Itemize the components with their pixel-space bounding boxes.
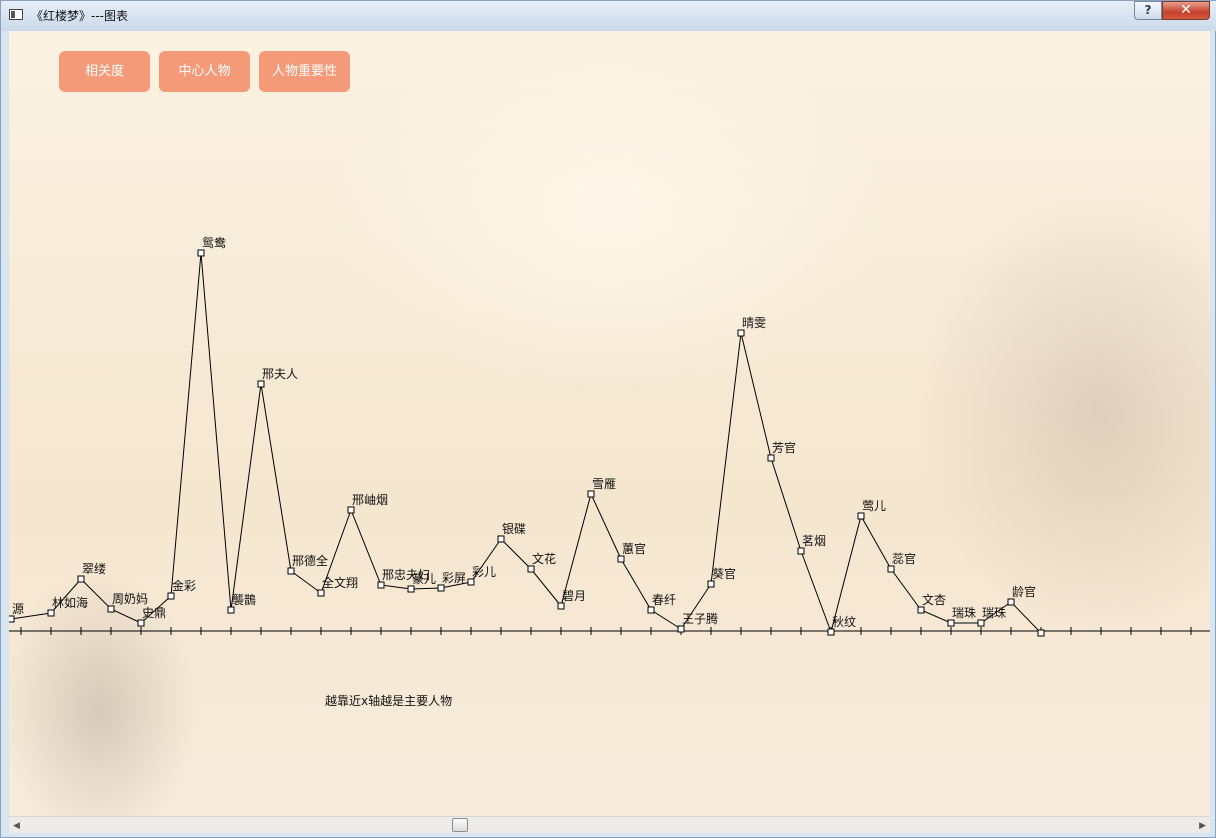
data-label: 林如海	[52, 595, 88, 610]
data-point	[227, 606, 235, 614]
scroll-left-icon[interactable]: ◀	[13, 821, 20, 831]
data-point	[47, 609, 55, 617]
data-point	[257, 380, 265, 388]
data-point	[977, 619, 985, 627]
data-label: 史鼎	[142, 606, 166, 620]
data-label: 金彩	[172, 578, 196, 593]
data-point	[167, 592, 175, 600]
data-label: 瑞珠	[982, 606, 1006, 620]
data-label: 雪雁	[592, 477, 616, 491]
data-label: 银碟	[502, 522, 526, 536]
app-window-icon	[9, 9, 23, 20]
data-point	[137, 619, 145, 627]
close-button[interactable]: ✕	[1162, 1, 1210, 20]
data-label: 彩屏	[442, 571, 466, 585]
data-point	[557, 602, 565, 610]
horizontal-scrollbar[interactable]: ◀ ▶	[9, 816, 1210, 833]
data-point	[887, 565, 895, 573]
data-point	[497, 535, 505, 543]
title-bar: 《红楼梦》---图表 ? ✕	[1, 1, 1216, 31]
data-point	[587, 490, 595, 498]
data-point	[677, 625, 685, 633]
data-label: 碧月	[562, 589, 586, 603]
data-point	[857, 512, 865, 520]
data-point	[527, 565, 535, 573]
help-button[interactable]: ?	[1134, 1, 1162, 20]
data-point	[647, 606, 655, 614]
data-label: 瑞珠	[952, 606, 976, 620]
data-label: 全文翔	[322, 575, 358, 590]
data-point	[1007, 598, 1015, 606]
data-label: 蕊官	[892, 551, 916, 566]
data-label: 晴雯	[742, 316, 766, 330]
data-point	[107, 605, 115, 613]
data-label: 春纤	[652, 593, 676, 607]
data-point	[287, 567, 295, 575]
data-point	[467, 578, 475, 586]
data-point	[827, 628, 835, 636]
data-label: 邢夫人	[262, 367, 298, 381]
data-point	[317, 589, 325, 597]
data-point	[9, 615, 15, 623]
app-window: 《红楼梦》---图表 ? ✕ 相关度 中心人物 人物重要性 源林如海 翠缕 周奶妈史…	[0, 0, 1216, 838]
data-label: 文杏	[922, 592, 946, 607]
scrollbar-thumb[interactable]	[452, 818, 468, 832]
data-label: 鸳鸯	[202, 235, 226, 250]
data-point	[737, 329, 745, 337]
data-label: 周奶妈	[112, 592, 148, 606]
data-point	[1037, 629, 1045, 637]
data-point	[617, 555, 625, 563]
data-point	[77, 575, 85, 583]
data-point	[767, 454, 775, 462]
data-label: 莺儿	[862, 499, 886, 513]
data-label: 彩儿	[472, 565, 496, 579]
series-line	[10, 252, 1042, 634]
data-point	[707, 580, 715, 588]
data-point	[347, 506, 355, 514]
data-label: 篆儿	[412, 571, 436, 586]
data-label: 茗烟	[802, 534, 826, 548]
data-label: 邢德全	[292, 553, 328, 568]
data-label: 葵官	[712, 566, 736, 581]
data-label: 龄官	[1012, 584, 1036, 599]
data-point	[377, 581, 385, 589]
data-point	[797, 547, 805, 555]
data-label: 源	[12, 602, 24, 616]
data-point	[917, 606, 925, 614]
data-label: 翠缕	[82, 562, 106, 576]
data-label: 文花	[532, 551, 556, 566]
data-label: 王子腾	[682, 611, 718, 626]
data-label: 蕙官	[622, 541, 646, 556]
window-title: 《红楼梦》---图表	[31, 9, 128, 23]
data-point	[407, 585, 415, 593]
character-line-chart: 源林如海翠缕周奶妈史鼎金彩鸳鸯襲鵲邢夫人邢德全全文翔邢岫烟邢忠夫妇篆儿 彩屏 彩儿银…	[9, 235, 1210, 637]
data-label: 襲鵲	[232, 592, 256, 607]
data-label: 芳官	[772, 440, 796, 455]
data-label: 秋纹	[832, 615, 856, 629]
chart-note: 越靠近x轴越是主要人物	[325, 694, 453, 708]
data-label: 邢岫烟	[352, 493, 388, 507]
data-point	[197, 249, 205, 257]
chart-panel: 相关度 中心人物 人物重要性 源林如海 翠缕 周奶妈 史鼎 金彩 鸳鸯 襲鵲 邢夫人 邢德全 全文…	[9, 31, 1210, 816]
data-point	[947, 619, 955, 627]
data-point	[437, 584, 445, 592]
scroll-right-icon[interactable]: ▶	[1199, 821, 1206, 831]
